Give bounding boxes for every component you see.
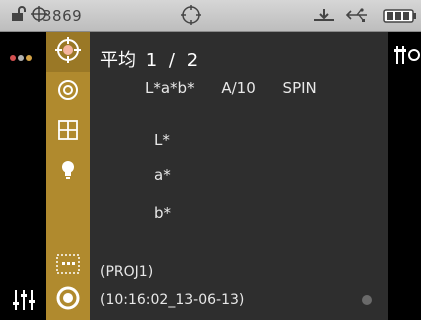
bulb-icon: [59, 159, 77, 185]
dotted-box-icon: [56, 254, 80, 278]
mode-button-measure-ring[interactable]: [46, 280, 90, 320]
battery-icon: [383, 8, 417, 27]
unlock-icon[interactable]: [10, 5, 28, 27]
mode-button-measure[interactable]: [46, 72, 90, 112]
measurement-mode: SPIN: [282, 79, 317, 97]
page-title: 平均 1 / 2: [100, 46, 198, 72]
main-panel: 平均 1 / 2 L*a*b* A/10 SPIN L* a* b* (PROJ…: [90, 32, 388, 320]
dot-orange: [26, 55, 32, 61]
page-current: 1: [145, 50, 158, 71]
project-name: (PROJ1): [100, 264, 154, 280]
page-separator: /: [168, 50, 175, 71]
grid-icon: [58, 120, 78, 144]
timestamp: (10:16:02_13-06-13): [100, 292, 245, 308]
dot-gray: [18, 55, 24, 61]
status-bar: 3869: [0, 0, 421, 32]
device-id: 3869: [42, 7, 83, 25]
usb-plug-icon: [345, 6, 369, 28]
target-icon: [55, 37, 81, 67]
row-a: a*: [154, 166, 171, 184]
measure-ring-icon: [55, 285, 81, 315]
color-dots[interactable]: [10, 46, 34, 65]
page-total: 2: [186, 50, 199, 71]
mode-button-grid[interactable]: [46, 112, 90, 152]
indicator-dot: [362, 295, 372, 305]
target-icon: [180, 4, 202, 30]
right-column: [388, 32, 421, 320]
color-space: L*a*b*: [145, 79, 195, 97]
title-text: 平均: [100, 50, 136, 71]
mode-column: [46, 32, 90, 320]
measure-circle-icon: [57, 79, 79, 105]
left-column: [0, 32, 46, 320]
measurement-header: L*a*b* A/10 SPIN: [145, 79, 339, 97]
row-b: b*: [154, 204, 172, 222]
dot-red: [10, 55, 16, 61]
illuminant-observer: A/10: [221, 79, 256, 97]
mode-button-light[interactable]: [46, 152, 90, 192]
row-l: L*: [154, 131, 170, 149]
usb-icon: [312, 6, 336, 28]
tools-icon[interactable]: [394, 44, 420, 70]
sliders-icon[interactable]: [12, 288, 36, 316]
mode-button-target[interactable]: [46, 32, 90, 72]
